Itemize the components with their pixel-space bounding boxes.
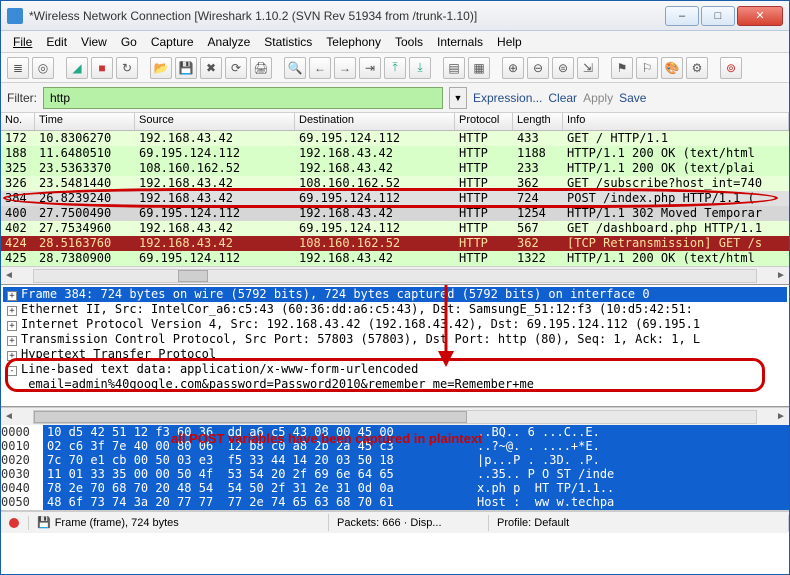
packet-list-body[interactable]: 17210.8306270192.168.43.4269.195.124.112… <box>1 131 789 266</box>
filter-expression-link[interactable]: Expression... <box>473 91 542 105</box>
tb-zoomout-icon[interactable]: ⊖ <box>527 57 549 79</box>
tb-back-icon[interactable]: ← <box>309 57 331 79</box>
detail-line[interactable]: email=admin%40google.com&password=Passwo… <box>3 377 787 392</box>
tb-save-icon[interactable]: 💾 <box>175 57 197 79</box>
menu-capture[interactable]: Capture <box>145 33 200 51</box>
table-row[interactable]: 32523.5363370108.160.162.52192.168.43.42… <box>1 161 789 176</box>
table-row[interactable]: 40027.750049069.195.124.112192.168.43.42… <box>1 206 789 221</box>
filter-clear-link[interactable]: Clear <box>548 91 577 105</box>
menu-internals[interactable]: Internals <box>431 33 489 51</box>
detail-line[interactable]: -Line-based text data: application/x-www… <box>3 362 787 377</box>
menu-go[interactable]: Go <box>115 33 143 51</box>
menu-tools[interactable]: Tools <box>389 33 429 51</box>
tb-resize-icon[interactable]: ⇲ <box>577 57 599 79</box>
tb-goto-icon[interactable]: ⇥ <box>359 57 381 79</box>
tb-stop-icon[interactable]: ■ <box>91 57 113 79</box>
filter-dropdown-icon[interactable]: ▼ <box>449 87 467 109</box>
tb-close-icon[interactable]: ✖ <box>200 57 222 79</box>
packet-list-hscroll[interactable]: ◄ ► <box>1 266 789 284</box>
status-bar: 💾 Frame (frame), 724 bytes Packets: 666 … <box>1 511 789 533</box>
tb-restart-icon[interactable]: ↻ <box>116 57 138 79</box>
col-length[interactable]: Length <box>513 113 563 130</box>
hex-ascii: ..BQ.. 6 ...C..E...?~@. . ....+*E.|p...P… <box>473 425 789 510</box>
tb-zoom100-icon[interactable]: ⊜ <box>552 57 574 79</box>
status-packets: Packets: 666 · Disp... <box>329 515 489 531</box>
scroll-right-icon[interactable]: ► <box>773 270 789 281</box>
menu-edit[interactable]: Edit <box>40 33 73 51</box>
annotation-text: all POST variables have been captured in… <box>171 431 482 446</box>
tb-start-icon[interactable]: ◢ <box>66 57 88 79</box>
col-source[interactable]: Source <box>135 113 295 130</box>
tb-last-icon[interactable]: ⤓ <box>409 57 431 79</box>
detail-line[interactable]: +Hypertext Transfer Protocol <box>3 347 787 362</box>
filter-label: Filter: <box>7 91 37 105</box>
filter-save-link[interactable]: Save <box>619 91 646 105</box>
packet-details[interactable]: +Frame 384: 724 bytes on wire (5792 bits… <box>1 285 789 407</box>
col-info[interactable]: Info <box>563 113 789 130</box>
scroll-thumb[interactable] <box>34 411 467 423</box>
tb-prefs-icon[interactable]: ⚙ <box>686 57 708 79</box>
detail-line[interactable]: +Internet Protocol Version 4, Src: 192.1… <box>3 317 787 332</box>
scroll-right-icon[interactable]: ► <box>773 411 789 422</box>
tb-fwd-icon[interactable]: → <box>334 57 356 79</box>
tb-colorize-icon[interactable]: ▤ <box>443 57 465 79</box>
detail-line[interactable]: +Ethernet II, Src: IntelCor_a6:c5:43 (60… <box>3 302 787 317</box>
tb-open-icon[interactable]: 📂 <box>150 57 172 79</box>
filter-bar: Filter: ▼ Expression... Clear Apply Save <box>1 83 789 113</box>
col-protocol[interactable]: Protocol <box>455 113 513 130</box>
col-no[interactable]: No. <box>1 113 35 130</box>
table-row[interactable]: 32623.5481440192.168.43.42108.160.162.52… <box>1 176 789 191</box>
tb-dispfilt-icon[interactable]: ⚐ <box>636 57 658 79</box>
tb-help-icon[interactable]: ⊚ <box>720 57 742 79</box>
tb-options-icon[interactable]: ◎ <box>32 57 54 79</box>
tb-first-icon[interactable]: ⤒ <box>384 57 406 79</box>
close-button[interactable]: ✕ <box>737 6 783 26</box>
table-row[interactable]: 38426.8239240192.168.43.4269.195.124.112… <box>1 191 789 206</box>
table-row[interactable]: 42528.738090069.195.124.112192.168.43.42… <box>1 251 789 266</box>
menu-file[interactable]: File <box>7 33 38 51</box>
packet-list: No. Time Source Destination Protocol Len… <box>1 113 789 285</box>
col-time[interactable]: Time <box>35 113 135 130</box>
scroll-left-icon[interactable]: ◄ <box>1 270 17 281</box>
status-profile: Profile: Default <box>489 515 789 531</box>
tb-print-icon[interactable]: 🖨 <box>250 57 272 79</box>
col-destination[interactable]: Destination <box>295 113 455 130</box>
status-save-icon: 💾 <box>37 516 51 529</box>
table-row[interactable]: 18811.648051069.195.124.112192.168.43.42… <box>1 146 789 161</box>
maximize-button[interactable]: □ <box>701 6 735 26</box>
titlebar: *Wireless Network Connection [Wireshark … <box>1 1 789 31</box>
capture-status-icon <box>9 518 19 528</box>
menu-telephony[interactable]: Telephony <box>320 33 387 51</box>
minimize-button[interactable]: – <box>665 6 699 26</box>
app-icon <box>7 8 23 24</box>
filter-apply-link[interactable]: Apply <box>583 91 613 105</box>
hex-offsets: 000000100020003000400050 <box>1 425 43 510</box>
status-frame: Frame (frame), 724 bytes <box>55 517 179 529</box>
scroll-thumb[interactable] <box>178 270 208 282</box>
detail-line[interactable]: +Transmission Control Protocol, Src Port… <box>3 332 787 347</box>
toolbar: ≣ ◎ ◢ ■ ↻ 📂 💾 ✖ ⟳ 🖨 🔍 ← → ⇥ ⤒ ⤓ ▤ ▦ ⊕ ⊖ … <box>1 53 789 83</box>
detail-line[interactable]: +Frame 384: 724 bytes on wire (5792 bits… <box>3 287 787 302</box>
table-row[interactable]: 40227.7534960192.168.43.4269.195.124.112… <box>1 221 789 236</box>
menu-analyze[interactable]: Analyze <box>202 33 257 51</box>
table-row[interactable]: 42428.5163760192.168.43.42108.160.162.52… <box>1 236 789 251</box>
tb-list-icon[interactable]: ≣ <box>7 57 29 79</box>
menu-view[interactable]: View <box>75 33 113 51</box>
tb-capfilt-icon[interactable]: ⚑ <box>611 57 633 79</box>
packet-list-header: No. Time Source Destination Protocol Len… <box>1 113 789 131</box>
tb-find-icon[interactable]: 🔍 <box>284 57 306 79</box>
menubar: File Edit View Go Capture Analyze Statis… <box>1 31 789 53</box>
tb-color-icon[interactable]: 🎨 <box>661 57 683 79</box>
details-hscroll[interactable]: ◄ ► <box>1 407 789 425</box>
menu-statistics[interactable]: Statistics <box>258 33 318 51</box>
menu-help[interactable]: Help <box>491 33 528 51</box>
window-title: *Wireless Network Connection [Wireshark … <box>29 9 665 23</box>
scroll-left-icon[interactable]: ◄ <box>1 411 17 422</box>
filter-input[interactable] <box>43 87 443 109</box>
tb-zoomin-icon[interactable]: ⊕ <box>502 57 524 79</box>
tb-reload-icon[interactable]: ⟳ <box>225 57 247 79</box>
tb-autoscroll-icon[interactable]: ▦ <box>468 57 490 79</box>
table-row[interactable]: 17210.8306270192.168.43.4269.195.124.112… <box>1 131 789 146</box>
